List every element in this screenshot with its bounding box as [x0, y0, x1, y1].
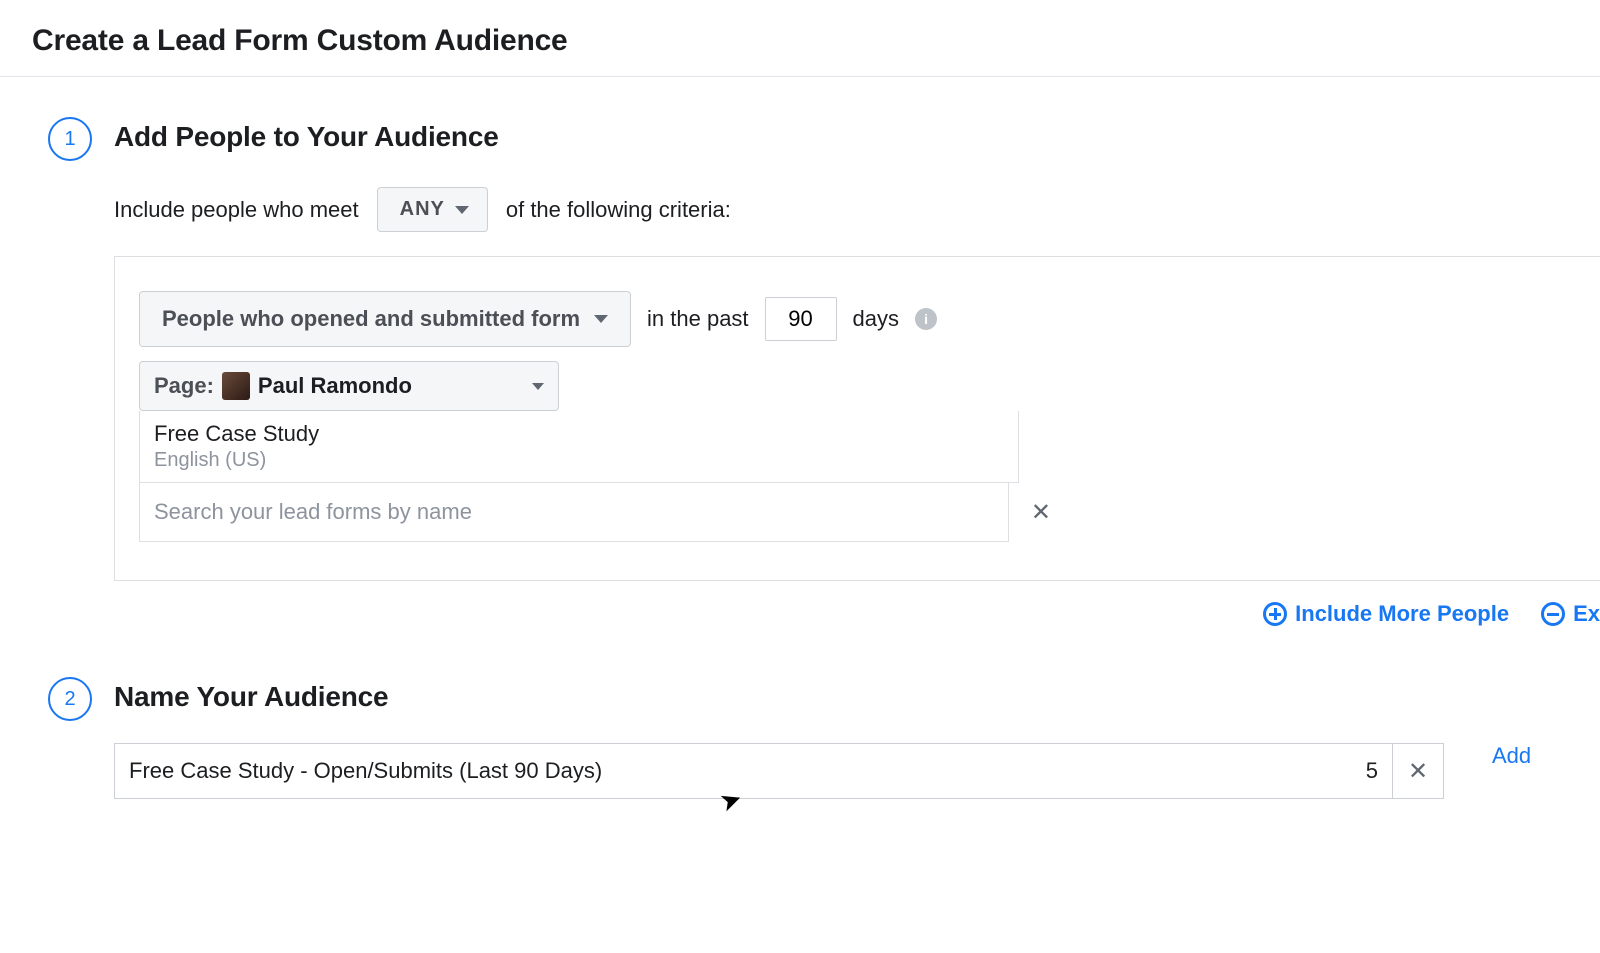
section-heading-add-people: Add People to Your Audience [114, 117, 1600, 153]
past-prefix-text: in the past [647, 306, 749, 332]
info-icon[interactable]: i [915, 308, 937, 330]
section-add-people: 1 Add People to Your Audience Include pe… [0, 77, 1600, 627]
lead-form-name: Free Case Study [154, 421, 1002, 447]
lead-form-locale: English (US) [154, 449, 1002, 472]
include-suffix-text: of the following criteria: [506, 197, 731, 223]
step-number-2: 2 [48, 677, 92, 721]
exclude-label: Ex [1573, 601, 1600, 627]
plus-circle-icon [1263, 602, 1287, 626]
char-remaining: 5 [1358, 743, 1392, 799]
include-prefix-text: Include people who meet [114, 197, 359, 223]
section-name-audience: 2 Name Your Audience 5 ✕ Add [0, 627, 1600, 799]
criteria-box: People who opened and submitted form in … [114, 256, 1600, 581]
page-name: Paul Ramondo [258, 373, 412, 399]
engagement-type-dropdown[interactable]: People who opened and submitted form [139, 291, 631, 347]
section-heading-name-audience: Name Your Audience [114, 677, 388, 713]
engagement-type-label: People who opened and submitted form [162, 306, 580, 332]
chevron-down-icon [455, 206, 469, 214]
page-prefix-label: Page: [154, 373, 214, 399]
close-icon: ✕ [1408, 757, 1428, 786]
clear-name-button[interactable]: ✕ [1392, 743, 1444, 799]
include-more-people-button[interactable]: Include More People [1263, 601, 1509, 627]
page-dropdown[interactable]: Page: Paul Ramondo [139, 361, 559, 411]
add-description-label: Add [1492, 743, 1531, 769]
match-mode-label: ANY [400, 198, 445, 221]
close-icon[interactable]: ✕ [1031, 498, 1051, 527]
page-title: Create a Lead Form Custom Audience [0, 0, 1600, 76]
add-description-link[interactable]: Add [1492, 713, 1531, 799]
lead-form-search-input[interactable] [139, 483, 1009, 542]
avatar [222, 372, 250, 400]
chevron-down-icon [532, 383, 544, 390]
days-input[interactable] [765, 297, 837, 341]
selected-lead-form[interactable]: Free Case Study English (US) [139, 411, 1019, 483]
minus-circle-icon [1541, 602, 1565, 626]
audience-name-input[interactable] [114, 743, 1358, 799]
match-mode-dropdown[interactable]: ANY [377, 187, 488, 232]
exclude-people-button[interactable]: Ex [1541, 601, 1600, 627]
days-label: days [853, 306, 899, 332]
chevron-down-icon [594, 315, 608, 323]
step-number-1: 1 [48, 117, 92, 161]
include-more-label: Include More People [1295, 601, 1509, 627]
